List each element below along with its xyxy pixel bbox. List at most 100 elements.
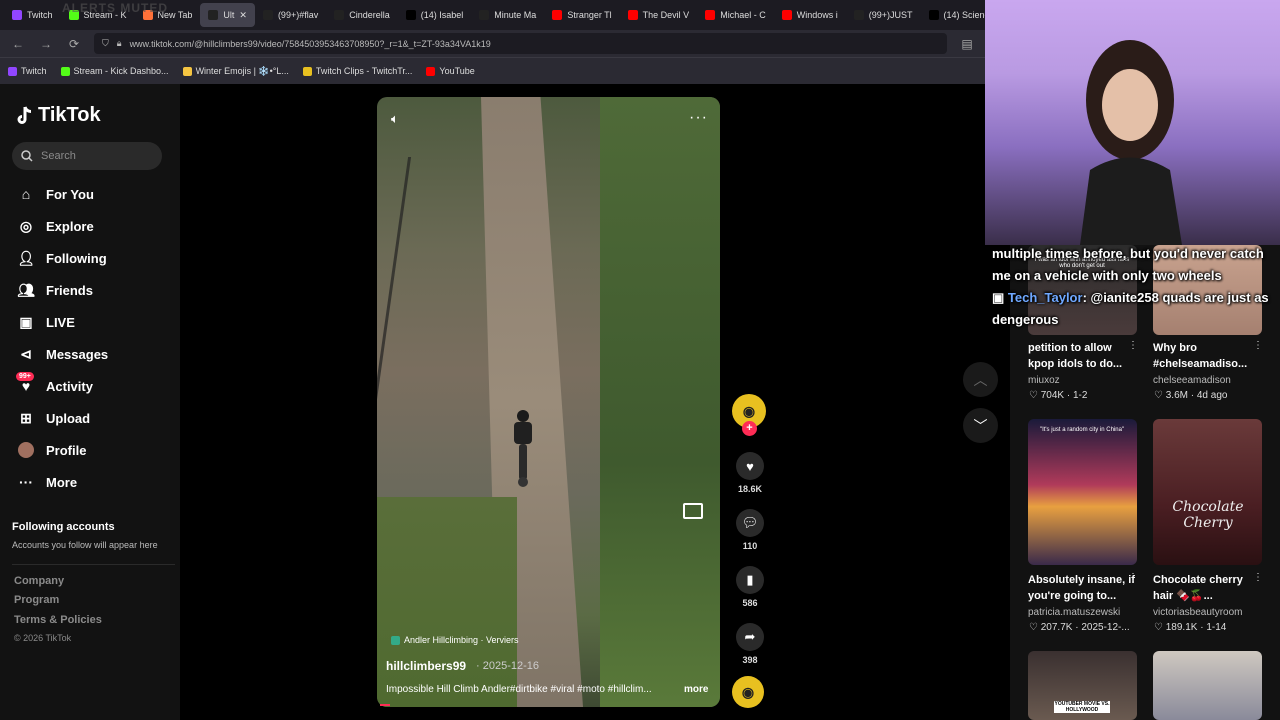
sidebar-item-activity[interactable]: ♥ 99+ Activity (16, 372, 93, 396)
related-video-stats: ♡ 207.7K · 2025-12-... (1029, 622, 1130, 633)
card-more-icon[interactable]: ⋮ (1253, 340, 1263, 351)
video-thumbnail[interactable]: "It's just a random city in China" (1028, 419, 1137, 565)
sidebar-item-for-you[interactable]: ⌂ For You (18, 184, 94, 204)
comment-count: 110 (742, 541, 758, 551)
volume-icon[interactable]: 🔈︎ (391, 111, 399, 127)
thumbnail-text: Chocolate Cherry (1172, 499, 1244, 531)
tab-favicon-icon (781, 10, 792, 20)
url-text[interactable]: www.tiktok.com/@hillclimbers99/video/758… (130, 39, 491, 49)
follow-plus-button[interactable]: + (742, 421, 757, 436)
sidebar-item-following[interactable]: 👤︎ Following (17, 248, 107, 268)
tab-favicon-icon (479, 10, 490, 20)
comment-action[interactable]: 💬︎ 110 (734, 509, 766, 551)
sound-avatar[interactable]: ◉ (732, 676, 764, 708)
scroll-down-icon[interactable]: ﹀ (963, 408, 998, 443)
related-video-title[interactable]: petition to allow kpop idols to do... (1028, 340, 1138, 372)
footer-company-link[interactable]: Company (14, 575, 64, 587)
browser-tab[interactable]: Stranger Tl (544, 3, 619, 27)
close-tab-icon[interactable]: ✕ (239, 10, 247, 21)
heart-icon[interactable]: ♥ (736, 452, 764, 480)
back-icon[interactable]: ← (10, 37, 26, 51)
sidebar-item-more[interactable]: ··· More (18, 472, 77, 492)
sidebar-item-messages[interactable]: ⊲ Messages (18, 344, 108, 364)
video-thumbnail[interactable] (1153, 651, 1262, 720)
related-video-user[interactable]: chelseeamadison (1153, 375, 1231, 386)
sidebar-item-explore[interactable]: ◎ Explore (18, 216, 94, 236)
caption-more-button[interactable]: more (684, 684, 708, 695)
video-author[interactable]: hillclimbers99 (386, 659, 466, 673)
related-video-user[interactable]: victoriasbeautyroom (1153, 607, 1242, 618)
reload-icon[interactable]: ⟳ (66, 37, 82, 51)
sidebar-item-live[interactable]: ▣ LIVE (18, 312, 75, 332)
browser-tab[interactable]: Twitch (4, 3, 61, 27)
browser-tab[interactable]: The Devil V (620, 3, 698, 27)
card-more-icon[interactable]: ⋮ (1128, 572, 1138, 583)
reader-view-icon[interactable]: ▤ (959, 37, 975, 51)
video-more-options-icon[interactable]: ··· (689, 109, 708, 127)
tab-label: Minute Ma (494, 10, 537, 20)
sidebar-item-friends[interactable]: 👥︎ Friends (17, 280, 93, 300)
like-action[interactable]: ♥ 18.6K (734, 452, 766, 494)
tab-favicon-icon (552, 10, 563, 20)
bookmark-item[interactable]: Twitch Clips - TwitchTr... (302, 66, 412, 76)
share-action[interactable]: ➦ 398 (734, 623, 766, 665)
browser-tab[interactable]: Michael - C (697, 3, 774, 27)
share-icon[interactable]: ➦ (736, 623, 764, 651)
bookmark-icon[interactable]: ▮ (736, 566, 764, 594)
search-placeholder: Search (41, 150, 76, 162)
browser-tab[interactable]: (99+)JUST (846, 3, 921, 27)
browser-tab[interactable]: Cinderella (326, 3, 398, 27)
sidebar-item-label: Friends (46, 282, 93, 298)
video-frame-grass-left (377, 497, 517, 707)
browser-tab[interactable]: (14) Scienc (921, 3, 986, 27)
bookmark-item[interactable]: Twitch (8, 66, 47, 76)
video-progress-bar[interactable] (380, 704, 390, 706)
tiktok-sidebar: TikTok Search ⌂ For You ◎ Explore 👤︎ Followin… (0, 84, 180, 720)
card-more-icon[interactable]: ⋮ (1128, 340, 1138, 351)
related-video-user[interactable]: patricia.matuszewski (1028, 607, 1120, 618)
tab-favicon-icon (853, 10, 864, 20)
chat-overlay: multiple times before, but you'd never c… (992, 246, 1269, 327)
video-player[interactable] (377, 97, 720, 707)
sidebar-item-profile[interactable]: Profile (18, 440, 86, 460)
browser-tab[interactable]: Windows i (774, 3, 846, 27)
related-video-title[interactable]: Chocolate cherry hair 🍫🍒... (1153, 572, 1263, 604)
related-video-title[interactable]: Absolutely insane, if you're going to... (1028, 572, 1138, 604)
scroll-up-icon[interactable]: ︿ (963, 362, 998, 397)
bookmark-item[interactable]: Winter Emojis | ❄️•°L... (182, 66, 289, 77)
search-input[interactable]: Search (12, 142, 162, 170)
bookmark-item[interactable]: Stream - Kick Dashbo... (60, 66, 169, 76)
related-video-user[interactable]: miuxoz (1028, 375, 1060, 386)
related-video-title[interactable]: Why bro #chelseamadiso... (1153, 340, 1263, 372)
sidebar-item-upload[interactable]: ⊞ Upload (18, 408, 90, 428)
card-more-icon[interactable]: ⋮ (1253, 572, 1263, 583)
tab-label: (14) Scienc (943, 10, 986, 20)
tiktok-logo[interactable]: TikTok (16, 104, 101, 127)
location-tag[interactable]: Andler Hillclimbing · Verviers (391, 635, 519, 645)
comment-icon[interactable]: 💬︎ (736, 509, 764, 537)
compass-icon: ◎ (19, 217, 33, 234)
shield-icon: ⛉ (102, 38, 109, 48)
picture-in-picture-icon[interactable] (683, 503, 703, 519)
sidebar-item-label: Explore (46, 218, 94, 234)
like-count: 18.6K (737, 484, 763, 494)
video-thumbnail[interactable]: YOUTUBER MOVIE VS. HOLLYWOOD (1028, 651, 1137, 720)
activity-icon: ♥ 99+ (16, 372, 34, 394)
browser-tab[interactable]: (99+)#flav (255, 3, 326, 27)
upload-icon: ⊞ (20, 409, 32, 426)
chat-badges-icon: ▣ (992, 290, 1008, 305)
footer-program-link[interactable]: Program (14, 594, 59, 606)
browser-tab[interactable]: Ult ✕ (200, 3, 255, 27)
footer-terms-link[interactable]: Terms & Policies (14, 614, 102, 626)
browser-tab[interactable]: (14) Isabel (398, 3, 472, 27)
browser-nav-bar: ← → ⟳ ⛉ 🔒︎ www.tiktok.com/@hillclimbers9… (0, 30, 985, 57)
bookmark-favicon-icon (182, 66, 192, 76)
bookmark-favicon-icon (426, 66, 436, 76)
video-date: · 2025-12-16 (476, 660, 539, 672)
address-bar[interactable]: ⛉ 🔒︎ www.tiktok.com/@hillclimbers99/vide… (94, 33, 947, 54)
forward-icon[interactable]: → (38, 37, 54, 51)
video-thumbnail[interactable]: Chocolate Cherry (1153, 419, 1262, 565)
bookmark-item[interactable]: YouTube (426, 66, 475, 76)
browser-tab[interactable]: Minute Ma (471, 3, 544, 27)
save-action[interactable]: ▮ 586 (734, 566, 766, 608)
